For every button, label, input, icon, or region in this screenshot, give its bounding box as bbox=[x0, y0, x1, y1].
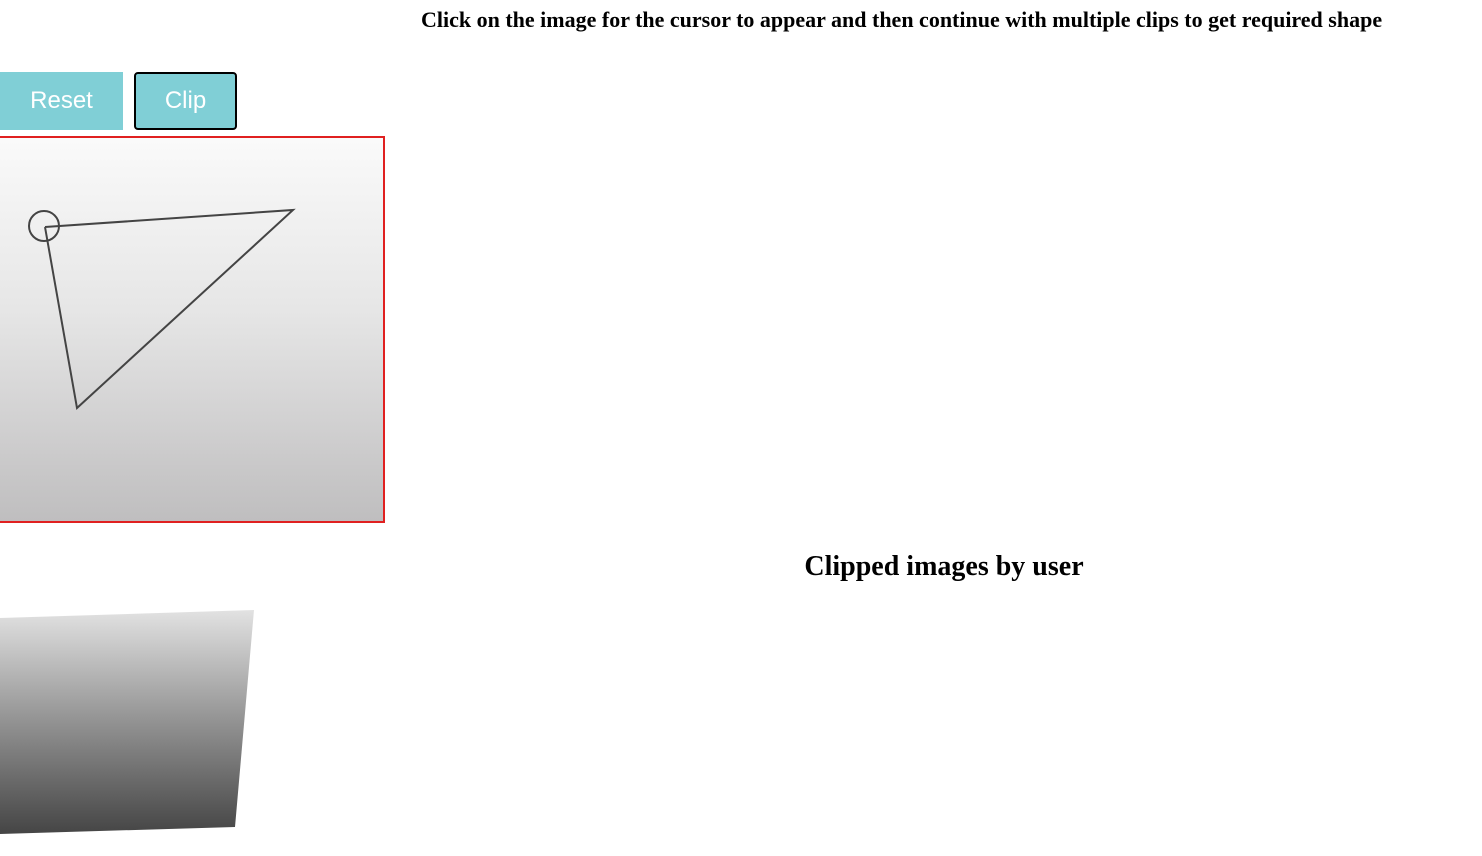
clip-polyline bbox=[44, 208, 296, 410]
clip-button[interactable]: Clip bbox=[134, 72, 237, 130]
clipped-images-heading: Clipped images by user bbox=[804, 551, 1084, 582]
clipped-images-gallery bbox=[0, 600, 300, 850]
image-canvas[interactable] bbox=[0, 136, 385, 523]
instruction-text: Click on the image for the cursor to app… bbox=[421, 7, 1383, 32]
clip-path-overlay bbox=[28, 208, 296, 410]
clipped-shape bbox=[0, 610, 254, 834]
reset-button[interactable]: Reset bbox=[0, 72, 123, 130]
page: Click on the image for the cursor to app… bbox=[0, 0, 1482, 856]
clipped-image-1 bbox=[0, 610, 254, 834]
